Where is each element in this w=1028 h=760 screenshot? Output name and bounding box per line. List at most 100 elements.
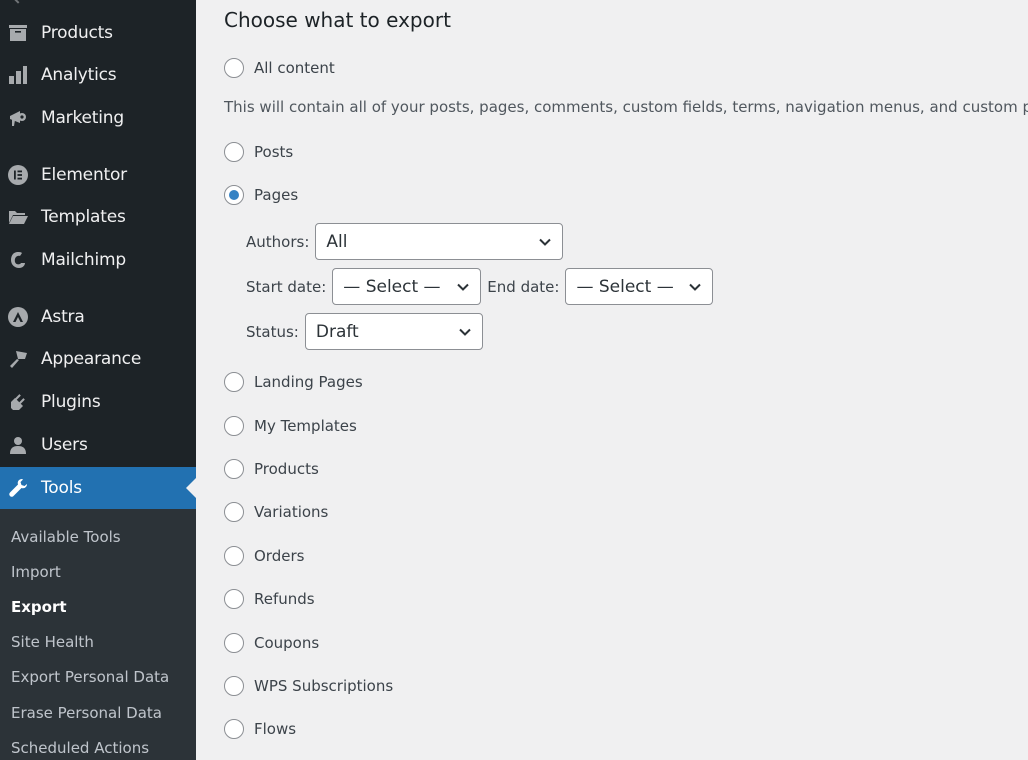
radio-button[interactable]	[224, 502, 244, 522]
end-date-select[interactable]: — Select —	[565, 268, 714, 305]
sidebar-item-label: Products	[41, 23, 113, 43]
sidebar-item-mailchimp[interactable]: Mailchimp	[0, 239, 196, 281]
status-select[interactable]: Draft	[304, 313, 483, 350]
submenu-item-export-personal-data[interactable]: Export Personal Data	[11, 668, 169, 686]
status-select-value: Draft	[315, 321, 359, 342]
radio-button[interactable]	[224, 546, 244, 566]
sidebar-item-label: Appearance	[41, 349, 142, 369]
radio-option-posts[interactable]: Posts	[224, 141, 293, 163]
submenu-item-import[interactable]: Import	[11, 563, 61, 581]
start-date-select[interactable]: — Select —	[332, 268, 482, 305]
end-date-label: End date:	[487, 277, 560, 296]
sidebar-partial-item	[12, 0, 24, 4]
sidebar-item-tools[interactable]: Tools	[0, 467, 196, 509]
radio-label: Orders	[254, 547, 305, 565]
sidebar-item-label: Users	[41, 435, 88, 455]
chevron-down-icon	[456, 280, 470, 294]
sidebar-item-label: Astra	[41, 307, 85, 327]
sidebar-item-label: Elementor	[41, 165, 127, 185]
radio-button[interactable]	[224, 372, 244, 392]
chevron-down-icon	[458, 325, 472, 339]
sidebar-item-label: Mailchimp	[41, 250, 126, 270]
megaphone-icon	[8, 108, 28, 128]
radio-button[interactable]	[224, 416, 244, 436]
radio-label: Pages	[254, 186, 299, 204]
page-heading: Choose what to export	[224, 8, 451, 32]
radio-button-checked[interactable]	[224, 185, 244, 205]
active-indicator-arrow	[186, 478, 196, 498]
radio-button[interactable]	[224, 633, 244, 653]
radio-option-products[interactable]: Products	[224, 458, 319, 480]
radio-label: My Templates	[254, 417, 357, 435]
start-date-select-value: — Select —	[343, 276, 441, 297]
chevron-down-icon	[538, 235, 552, 249]
radio-option-landing-pages[interactable]: Landing Pages	[224, 371, 363, 393]
sidebar-item-label: Plugins	[41, 392, 101, 412]
radio-option-all-content[interactable]: All content	[224, 57, 335, 79]
sidebar-item-analytics[interactable]: Analytics	[0, 54, 196, 96]
radio-option-coupons[interactable]: Coupons	[224, 632, 319, 654]
submenu-item-export[interactable]: Export	[11, 598, 67, 616]
submenu-item-available-tools[interactable]: Available Tools	[11, 528, 121, 546]
authors-filter: Authors: All	[246, 223, 564, 260]
elementor-icon	[8, 165, 28, 185]
tools-submenu: Available Tools Import Export Site Healt…	[0, 509, 196, 760]
radio-label: Refunds	[254, 590, 315, 608]
status-label: Status:	[246, 322, 299, 341]
sidebar-item-label: Marketing	[41, 108, 124, 128]
radio-label: Posts	[254, 143, 294, 161]
radio-label: Coupons	[254, 634, 320, 652]
radio-label: All content	[254, 59, 335, 77]
radio-button[interactable]	[224, 459, 244, 479]
sidebar-item-elementor[interactable]: Elementor	[0, 154, 196, 196]
paintbrush-icon	[8, 349, 28, 369]
sidebar-item-label: Analytics	[41, 65, 117, 85]
radio-option-pages[interactable]: Pages	[224, 184, 298, 206]
sidebar-item-plugins[interactable]: Plugins	[0, 381, 196, 423]
wrench-icon	[8, 478, 28, 498]
sidebar-item-label: Templates	[41, 207, 126, 227]
all-content-description: This will contain all of your posts, pag…	[224, 98, 1028, 116]
radio-option-wps-subscriptions[interactable]: WPS Subscriptions	[224, 675, 393, 697]
radio-option-flows[interactable]: Flows	[224, 718, 296, 740]
radio-label: Flows	[254, 720, 297, 738]
bar-chart-icon	[8, 65, 28, 85]
radio-button[interactable]	[224, 676, 244, 696]
authors-select[interactable]: All	[315, 223, 564, 260]
radio-button[interactable]	[224, 589, 244, 609]
radio-label: Variations	[254, 503, 329, 521]
radio-button[interactable]	[224, 142, 244, 162]
start-date-label: Start date:	[246, 277, 327, 296]
sidebar-item-users[interactable]: Users	[0, 424, 196, 466]
radio-option-variations[interactable]: Variations	[224, 501, 328, 523]
submenu-item-scheduled-actions[interactable]: Scheduled Actions	[11, 739, 149, 757]
sidebar-item-appearance[interactable]: Appearance	[0, 338, 196, 380]
radio-button[interactable]	[224, 58, 244, 78]
mailchimp-icon	[8, 250, 28, 270]
astra-icon	[8, 307, 28, 327]
radio-option-orders[interactable]: Orders	[224, 545, 304, 567]
radio-button[interactable]	[224, 719, 244, 739]
sidebar-item-astra[interactable]: Astra	[0, 296, 196, 338]
sidebar-item-marketing[interactable]: Marketing	[0, 97, 196, 139]
radio-label: Landing Pages	[254, 373, 363, 391]
plug-icon	[8, 392, 28, 412]
authors-select-value: All	[326, 231, 348, 252]
folder-icon	[8, 207, 28, 227]
end-date-select-value: — Select —	[576, 276, 674, 297]
user-icon	[8, 435, 28, 455]
submenu-item-erase-personal-data[interactable]: Erase Personal Data	[11, 704, 162, 722]
radio-label: Products	[254, 460, 319, 478]
status-filter: Status: Draft	[246, 313, 483, 350]
submenu-item-site-health[interactable]: Site Health	[11, 633, 94, 651]
radio-option-my-templates[interactable]: My Templates	[224, 415, 357, 437]
radio-option-refunds[interactable]: Refunds	[224, 588, 315, 610]
sidebar-item-templates[interactable]: Templates	[0, 196, 196, 238]
admin-sidebar: Products Analytics Marketing Elementor T…	[0, 0, 196, 760]
archive-box-icon	[8, 23, 28, 43]
sidebar-item-products[interactable]: Products	[0, 12, 196, 54]
date-filters: Start date: — Select — End date: — Selec…	[246, 268, 714, 305]
authors-label: Authors:	[246, 232, 310, 251]
chevron-down-icon	[688, 280, 702, 294]
sidebar-item-label: Tools	[41, 478, 82, 498]
